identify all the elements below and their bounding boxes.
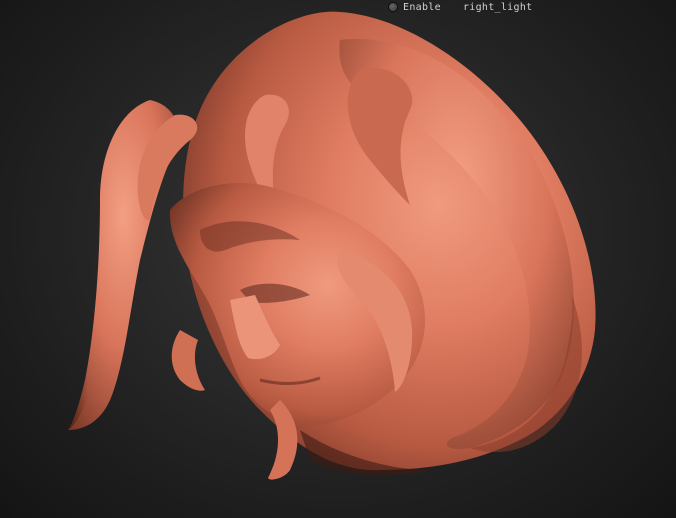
- enable-toggle[interactable]: Enable: [388, 2, 441, 13]
- light-controls: Enable right_light: [388, 0, 532, 14]
- demon-head-model[interactable]: [0, 0, 676, 518]
- 3d-viewport[interactable]: Enable right_light: [0, 0, 676, 518]
- light-name-label: right_light: [462, 1, 533, 13]
- enable-label: Enable: [403, 1, 441, 13]
- radio-button-icon[interactable]: [388, 2, 398, 12]
